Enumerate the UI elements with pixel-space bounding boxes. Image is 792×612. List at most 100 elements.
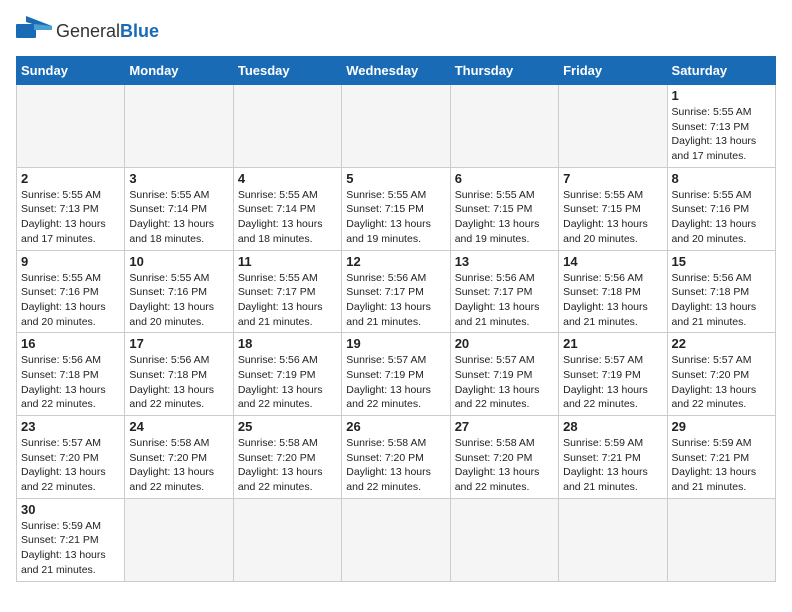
day-number: 21 — [563, 336, 662, 351]
calendar-cell: 16 Sunrise: 5:56 AMSunset: 7:18 PMDayligh… — [17, 333, 125, 416]
day-info: Sunrise: 5:55 AMSunset: 7:14 PMDaylight:… — [129, 188, 228, 247]
day-info: Sunrise: 5:55 AMSunset: 7:14 PMDaylight:… — [238, 188, 337, 247]
calendar-cell: 5 Sunrise: 5:55 AMSunset: 7:15 PMDaylight… — [342, 167, 450, 250]
weekday-header-wednesday: Wednesday — [342, 57, 450, 85]
day-info: Sunrise: 5:55 AMSunset: 7:15 PMDaylight:… — [563, 188, 662, 247]
day-info: Sunrise: 5:59 AMSunset: 7:21 PMDaylight:… — [672, 436, 771, 495]
calendar-cell: 21 Sunrise: 5:57 AMSunset: 7:19 PMDayligh… — [559, 333, 667, 416]
calendar-cell: 22 Sunrise: 5:57 AMSunset: 7:20 PMDayligh… — [667, 333, 775, 416]
calendar-cell: 23 Sunrise: 5:57 AMSunset: 7:20 PMDayligh… — [17, 416, 125, 499]
calendar-table: SundayMondayTuesdayWednesdayThursdayFrid… — [16, 56, 776, 582]
calendar-cell: 9 Sunrise: 5:55 AMSunset: 7:16 PMDaylight… — [17, 250, 125, 333]
calendar-cell — [233, 498, 341, 581]
calendar-cell: 3Sunrise: 5:55 AMSunset: 7:14 PMDaylight… — [125, 167, 233, 250]
calendar-week-1: 1 Sunrise: 5:55 AMSunset: 7:13 PMDaylight… — [17, 85, 776, 168]
weekday-header-friday: Friday — [559, 57, 667, 85]
calendar-week-4: 16 Sunrise: 5:56 AMSunset: 7:18 PMDayligh… — [17, 333, 776, 416]
calendar-cell: 19Sunrise: 5:57 AMSunset: 7:19 PMDayligh… — [342, 333, 450, 416]
weekday-header-tuesday: Tuesday — [233, 57, 341, 85]
calendar-cell — [342, 85, 450, 168]
day-number: 16 — [21, 336, 120, 351]
weekday-header-sunday: Sunday — [17, 57, 125, 85]
day-info: Sunrise: 5:57 AMSunset: 7:19 PMDaylight:… — [563, 353, 662, 412]
day-number: 22 — [672, 336, 771, 351]
day-number: 1 — [672, 88, 771, 103]
calendar-cell: 11 Sunrise: 5:55 AMSunset: 7:17 PMDayligh… — [233, 250, 341, 333]
day-info: Sunrise: 5:55 AMSunset: 7:16 PMDaylight:… — [672, 188, 771, 247]
calendar-week-5: 23 Sunrise: 5:57 AMSunset: 7:20 PMDayligh… — [17, 416, 776, 499]
calendar-week-6: 30Sunrise: 5:59 AMSunset: 7:21 PMDayligh… — [17, 498, 776, 581]
day-info: Sunrise: 5:56 AMSunset: 7:17 PMDaylight:… — [455, 271, 554, 330]
weekday-header-saturday: Saturday — [667, 57, 775, 85]
day-number: 20 — [455, 336, 554, 351]
day-number: 19 — [346, 336, 445, 351]
day-info: Sunrise: 5:58 AMSunset: 7:20 PMDaylight:… — [238, 436, 337, 495]
calendar-cell — [342, 498, 450, 581]
weekday-header-row: SundayMondayTuesdayWednesdayThursdayFrid… — [17, 57, 776, 85]
day-info: Sunrise: 5:55 AMSunset: 7:16 PMDaylight:… — [21, 271, 120, 330]
calendar-cell: 8 Sunrise: 5:55 AMSunset: 7:16 PMDaylight… — [667, 167, 775, 250]
calendar-cell — [125, 498, 233, 581]
day-number: 30 — [21, 502, 120, 517]
logo-text: GeneralBlue — [56, 21, 159, 42]
calendar-week-2: 2Sunrise: 5:55 AMSunset: 7:13 PMDaylight… — [17, 167, 776, 250]
calendar-week-3: 9 Sunrise: 5:55 AMSunset: 7:16 PMDaylight… — [17, 250, 776, 333]
day-number: 27 — [455, 419, 554, 434]
day-info: Sunrise: 5:56 AMSunset: 7:17 PMDaylight:… — [346, 271, 445, 330]
day-number: 17 — [129, 336, 228, 351]
calendar-cell: 4 Sunrise: 5:55 AMSunset: 7:14 PMDaylight… — [233, 167, 341, 250]
calendar-cell: 1 Sunrise: 5:55 AMSunset: 7:13 PMDaylight… — [667, 85, 775, 168]
calendar-cell — [17, 85, 125, 168]
page-header: GeneralBlue — [16, 16, 776, 46]
day-info: Sunrise: 5:55 AMSunset: 7:13 PMDaylight:… — [672, 105, 771, 164]
day-info: Sunrise: 5:56 AMSunset: 7:18 PMDaylight:… — [563, 271, 662, 330]
calendar-cell — [667, 498, 775, 581]
weekday-header-monday: Monday — [125, 57, 233, 85]
day-number: 24 — [129, 419, 228, 434]
day-number: 12 — [346, 254, 445, 269]
calendar-cell: 10 Sunrise: 5:55 AMSunset: 7:16 PMDayligh… — [125, 250, 233, 333]
day-info: Sunrise: 5:56 AMSunset: 7:18 PMDaylight:… — [129, 353, 228, 412]
day-number: 15 — [672, 254, 771, 269]
day-number: 9 — [21, 254, 120, 269]
day-info: Sunrise: 5:57 AMSunset: 7:20 PMDaylight:… — [672, 353, 771, 412]
day-number: 29 — [672, 419, 771, 434]
day-info: Sunrise: 5:56 AMSunset: 7:19 PMDaylight:… — [238, 353, 337, 412]
day-info: Sunrise: 5:57 AMSunset: 7:19 PMDaylight:… — [455, 353, 554, 412]
calendar-cell: 12 Sunrise: 5:56 AMSunset: 7:17 PMDayligh… — [342, 250, 450, 333]
calendar-cell — [450, 85, 558, 168]
calendar-cell: 20 Sunrise: 5:57 AMSunset: 7:19 PMDayligh… — [450, 333, 558, 416]
day-info: Sunrise: 5:58 AMSunset: 7:20 PMDaylight:… — [129, 436, 228, 495]
day-number: 23 — [21, 419, 120, 434]
calendar-cell: 13Sunrise: 5:56 AMSunset: 7:17 PMDayligh… — [450, 250, 558, 333]
calendar-cell: 29 Sunrise: 5:59 AMSunset: 7:21 PMDayligh… — [667, 416, 775, 499]
day-info: Sunrise: 5:59 AMSunset: 7:21 PMDaylight:… — [563, 436, 662, 495]
calendar-cell: 26 Sunrise: 5:58 AMSunset: 7:20 PMDayligh… — [342, 416, 450, 499]
day-number: 11 — [238, 254, 337, 269]
logo: GeneralBlue — [16, 16, 159, 46]
day-number: 5 — [346, 171, 445, 186]
day-info: Sunrise: 5:58 AMSunset: 7:20 PMDaylight:… — [346, 436, 445, 495]
weekday-header-thursday: Thursday — [450, 57, 558, 85]
calendar-cell: 18Sunrise: 5:56 AMSunset: 7:19 PMDayligh… — [233, 333, 341, 416]
calendar-cell: 7Sunrise: 5:55 AMSunset: 7:15 PMDaylight… — [559, 167, 667, 250]
day-info: Sunrise: 5:55 AMSunset: 7:15 PMDaylight:… — [346, 188, 445, 247]
calendar-cell: 14Sunrise: 5:56 AMSunset: 7:18 PMDayligh… — [559, 250, 667, 333]
day-info: Sunrise: 5:55 AMSunset: 7:17 PMDaylight:… — [238, 271, 337, 330]
day-info: Sunrise: 5:57 AMSunset: 7:20 PMDaylight:… — [21, 436, 120, 495]
calendar-cell — [233, 85, 341, 168]
day-info: Sunrise: 5:56 AMSunset: 7:18 PMDaylight:… — [21, 353, 120, 412]
day-number: 4 — [238, 171, 337, 186]
day-info: Sunrise: 5:55 AMSunset: 7:16 PMDaylight:… — [129, 271, 228, 330]
calendar-cell: 30Sunrise: 5:59 AMSunset: 7:21 PMDayligh… — [17, 498, 125, 581]
calendar-cell: 28 Sunrise: 5:59 AMSunset: 7:21 PMDayligh… — [559, 416, 667, 499]
day-number: 10 — [129, 254, 228, 269]
day-number: 26 — [346, 419, 445, 434]
day-number: 28 — [563, 419, 662, 434]
calendar-cell — [450, 498, 558, 581]
calendar-cell: 17 Sunrise: 5:56 AMSunset: 7:18 PMDayligh… — [125, 333, 233, 416]
logo-icon — [16, 16, 52, 46]
day-info: Sunrise: 5:58 AMSunset: 7:20 PMDaylight:… — [455, 436, 554, 495]
day-number: 8 — [672, 171, 771, 186]
calendar-cell — [125, 85, 233, 168]
